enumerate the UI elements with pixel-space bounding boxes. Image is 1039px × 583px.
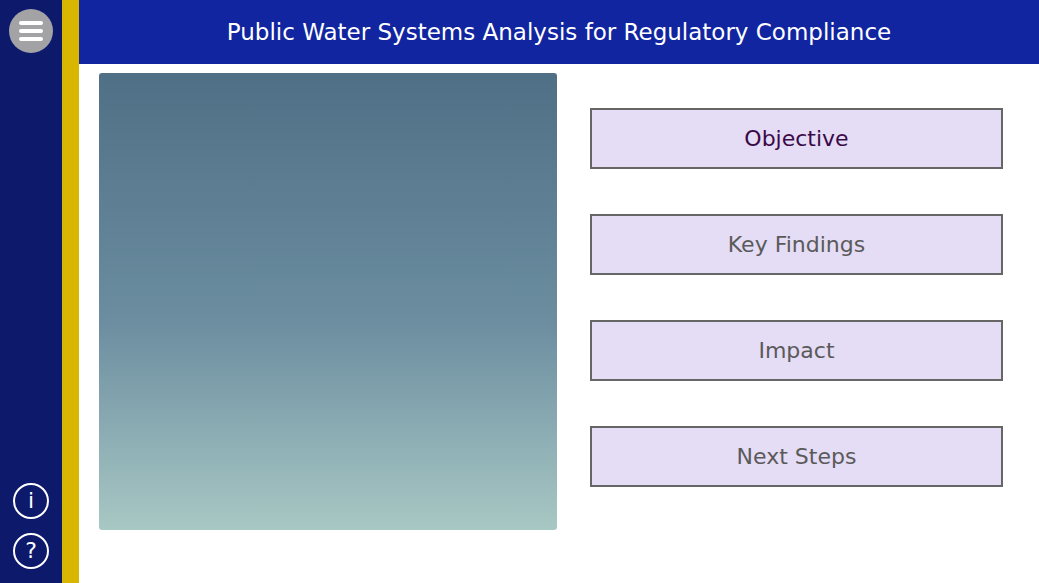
info-icon: i xyxy=(28,490,34,512)
main-area: Public Water Systems Analysis for Regula… xyxy=(79,0,1039,583)
info-button[interactable]: i xyxy=(13,483,49,519)
nav-button[interactable]: Next Steps xyxy=(590,426,1003,487)
nav-button[interactable]: Impact xyxy=(590,320,1003,381)
nav-buttons: Objective Key Findings Impact Next Steps xyxy=(590,73,1003,530)
sidebar-bottom: i? xyxy=(13,483,49,569)
help-icon: ? xyxy=(25,540,37,562)
illustration xyxy=(99,73,557,530)
accent-stripe xyxy=(62,0,79,583)
help-button[interactable]: ? xyxy=(13,533,49,569)
sidebar: i? xyxy=(0,0,62,583)
hamburger-icon xyxy=(9,9,53,53)
content: Objective Key Findings Impact Next Steps xyxy=(79,64,1039,530)
page-title: Public Water Systems Analysis for Regula… xyxy=(227,19,891,45)
title-bar: Public Water Systems Analysis for Regula… xyxy=(79,0,1039,64)
nav-button[interactable]: Objective xyxy=(590,108,1003,169)
app-window: i? Public Water Systems Analysis for Regu… xyxy=(0,0,1039,583)
nav-button[interactable]: Key Findings xyxy=(590,214,1003,275)
menu-button[interactable] xyxy=(9,9,53,56)
